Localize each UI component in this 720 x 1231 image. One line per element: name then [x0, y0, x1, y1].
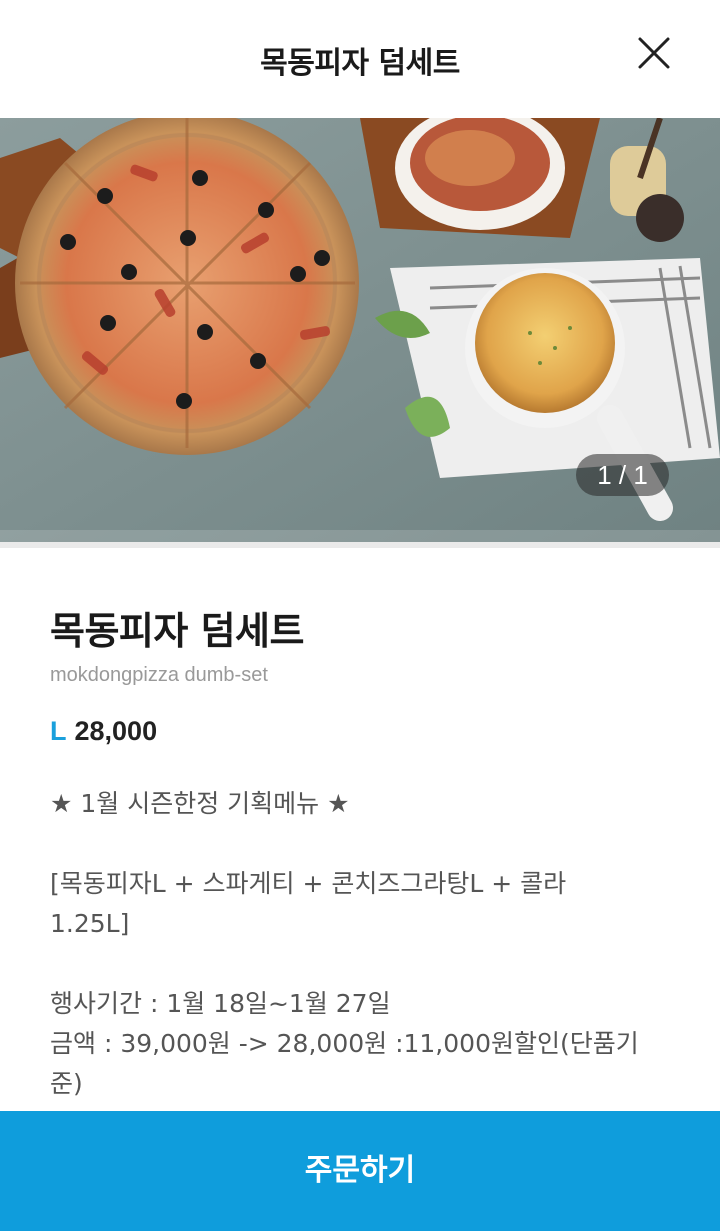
header-title: 목동피자 덤세트	[260, 46, 460, 81]
close-button[interactable]	[630, 30, 678, 78]
description-headline: ★ 1월 시즌한정 기획메뉴 ★	[50, 789, 350, 818]
product-name: 목동피자 덤세트	[50, 609, 304, 653]
description-composition-line2: 1.25L]	[50, 909, 130, 938]
top-header: 목동피자 덤세트	[0, 0, 720, 118]
product-description: ★ 1월 시즌한정 기획메뉴 ★ [목동피자L + 스파게티 + 콘치즈그라탕L…	[50, 784, 670, 1104]
price-value: 28,000	[74, 716, 158, 746]
product-english-name: mokdongpizza dumb-set	[50, 664, 268, 686]
description-composition-line1: [목동피자L + 스파게티 + 콘치즈그라탕L + 콜라	[50, 869, 567, 898]
description-amount-line2: 준)	[50, 1069, 83, 1098]
size-label: L	[50, 716, 67, 746]
image-counter-badge: 1 / 1	[576, 454, 669, 496]
price-row: L 28,000	[50, 716, 157, 747]
section-divider	[0, 542, 720, 548]
order-button[interactable]: 주문하기	[0, 1111, 720, 1231]
description-period: 행사기간 : 1월 18일~1월 27일	[50, 989, 391, 1018]
close-icon	[638, 37, 670, 69]
description-amount-line1: 금액 : 39,000원 -> 28,000원 :11,000원할인(단품기	[50, 1029, 639, 1058]
product-image-gallery[interactable]: 1 / 1	[0, 118, 720, 542]
